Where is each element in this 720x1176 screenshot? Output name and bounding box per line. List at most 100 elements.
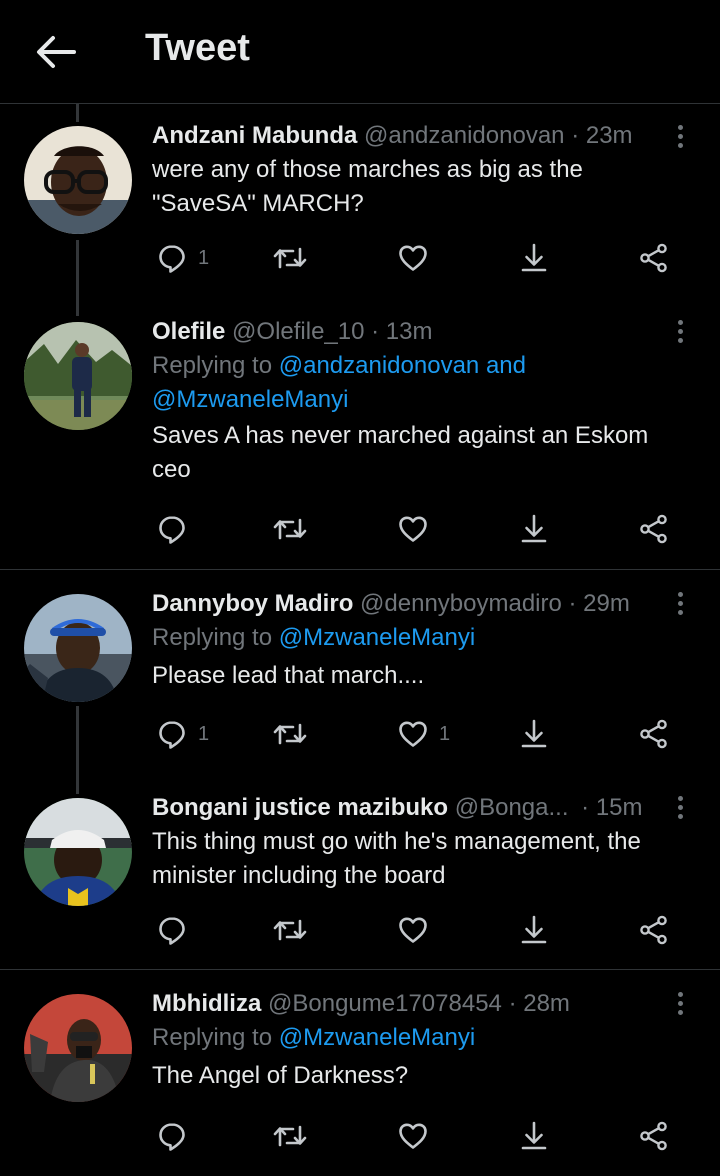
tweet-text: The Angel of Darkness?	[152, 1059, 690, 1093]
tweet-actions	[152, 910, 692, 950]
more-options-button[interactable]	[670, 316, 690, 350]
share-icon	[638, 718, 670, 750]
tweet-body: Andzani Mabunda @andzanidonovan · 23m we…	[152, 119, 690, 221]
avatar[interactable]	[24, 322, 132, 430]
like-button[interactable]	[397, 509, 429, 549]
author-name[interactable]: Bongani justice mazibuko	[152, 794, 448, 821]
like-button[interactable]	[397, 1116, 429, 1156]
tweet-body: Dannyboy Madiro @dennyboymadiro · 29m Re…	[152, 587, 690, 693]
retweet-button[interactable]	[272, 910, 308, 950]
reply-button[interactable]	[156, 910, 188, 950]
tweet-actions: 1	[152, 238, 692, 278]
download-icon	[518, 1120, 550, 1152]
replying-to: Replying to @MzwaneleManyi	[152, 621, 690, 655]
tweet-text: Saves A has never marched against an Esk…	[152, 419, 690, 487]
tweet-actions: 1 1	[152, 714, 692, 754]
like-button[interactable]: 1	[397, 714, 450, 754]
tweet-text-line: Please lead that march....	[152, 662, 425, 689]
more-dot	[677, 601, 683, 606]
arrow-left-icon	[37, 36, 76, 68]
replying-to-label: Replying to	[152, 1024, 273, 1051]
download-button[interactable]	[518, 714, 550, 754]
author-handle[interactable]: @Olefile_10	[232, 318, 364, 345]
retweet-icon	[272, 718, 308, 750]
more-options-button[interactable]	[670, 792, 690, 826]
download-button[interactable]	[518, 1116, 550, 1156]
download-icon	[518, 718, 550, 750]
author-name[interactable]: Olefile	[152, 318, 225, 345]
author-name[interactable]: Mbhidliza	[152, 990, 261, 1017]
more-vertical-icon	[677, 796, 683, 801]
share-button[interactable]	[638, 509, 670, 549]
more-options-button[interactable]	[670, 121, 690, 155]
share-icon	[638, 1120, 670, 1152]
replying-to-label: Replying to	[152, 624, 273, 651]
author-name[interactable]: Andzani Mabunda	[152, 122, 357, 149]
tweet-time: · 15m	[581, 794, 643, 821]
more-dot	[677, 610, 683, 615]
tweet-text-line: "SaveSA" MARCH?	[152, 190, 364, 217]
download-button[interactable]	[518, 910, 550, 950]
reply-icon	[156, 1120, 188, 1152]
share-button[interactable]	[638, 1116, 670, 1156]
tweet-actions	[152, 1116, 692, 1156]
retweet-button[interactable]	[272, 1116, 308, 1156]
tweet-body: Mbhidliza @Bongume17078454 · 28m Replyin…	[152, 987, 690, 1093]
tweet-text-line: The Angel of Darkness?	[152, 1062, 409, 1089]
mention-link[interactable]: @MzwaneleManyi	[152, 383, 690, 417]
avatar[interactable]	[24, 994, 132, 1102]
author-handle[interactable]: @andzanidonovan	[364, 122, 565, 149]
thread-connector	[76, 104, 79, 122]
retweet-button[interactable]	[272, 714, 308, 754]
tweet-text-line: Saves A has never marched against an Esk…	[152, 422, 649, 449]
tweet-text: This thing must go with he's management,…	[152, 825, 690, 893]
reply-button[interactable]: 1	[156, 238, 209, 278]
tweet-header: Dannyboy Madiro @dennyboymadiro · 29m	[152, 587, 690, 621]
author-name[interactable]: Dannyboy Madiro	[152, 590, 353, 617]
share-icon	[638, 513, 670, 545]
reply-icon	[156, 513, 188, 545]
reply-button[interactable]	[156, 509, 188, 549]
more-options-button[interactable]	[670, 588, 690, 622]
mention-link[interactable]: @andzanidonovan and	[279, 352, 526, 379]
retweet-button[interactable]	[272, 238, 308, 278]
more-vertical-icon	[677, 992, 683, 997]
share-icon	[638, 242, 670, 274]
share-button[interactable]	[638, 910, 670, 950]
heart-icon	[397, 914, 429, 946]
more-dot	[677, 338, 683, 343]
share-button[interactable]	[638, 238, 670, 278]
like-button[interactable]	[397, 238, 429, 278]
author-handle[interactable]: @dennyboymadiro	[360, 590, 562, 617]
author-handle[interactable]: @Bongume17078454	[268, 990, 502, 1017]
more-dot	[677, 814, 683, 819]
avatar-photo	[24, 594, 132, 702]
more-options-button[interactable]	[670, 988, 690, 1022]
heart-icon	[397, 1120, 429, 1152]
tweet-time: · 13m	[371, 318, 433, 345]
mention-link[interactable]: @MzwaneleManyi	[279, 624, 475, 651]
share-button[interactable]	[638, 714, 670, 754]
avatar-photo	[24, 994, 132, 1102]
retweet-icon	[272, 242, 308, 274]
retweet-icon	[272, 914, 308, 946]
tweet-header: Mbhidliza @Bongume17078454 · 28m	[152, 987, 690, 1021]
back-button[interactable]	[32, 30, 80, 74]
author-handle[interactable]: @Bonga...	[455, 794, 569, 821]
tweet-body: Olefile @Olefile_10 · 13m Replying to @a…	[152, 315, 690, 487]
avatar[interactable]	[24, 126, 132, 234]
avatar[interactable]	[24, 594, 132, 702]
avatar-photo	[24, 126, 132, 234]
download-button[interactable]	[518, 509, 550, 549]
divider	[0, 569, 720, 570]
download-button[interactable]	[518, 238, 550, 278]
mention-link[interactable]: @MzwaneleManyi	[279, 1024, 475, 1051]
like-button[interactable]	[397, 910, 429, 950]
avatar[interactable]	[24, 798, 132, 906]
reply-count: 1	[198, 246, 210, 269]
more-dot	[677, 1001, 683, 1006]
reply-button[interactable]: 1	[156, 714, 209, 754]
avatar-photo	[24, 322, 132, 430]
retweet-button[interactable]	[272, 509, 308, 549]
reply-button[interactable]	[156, 1116, 188, 1156]
